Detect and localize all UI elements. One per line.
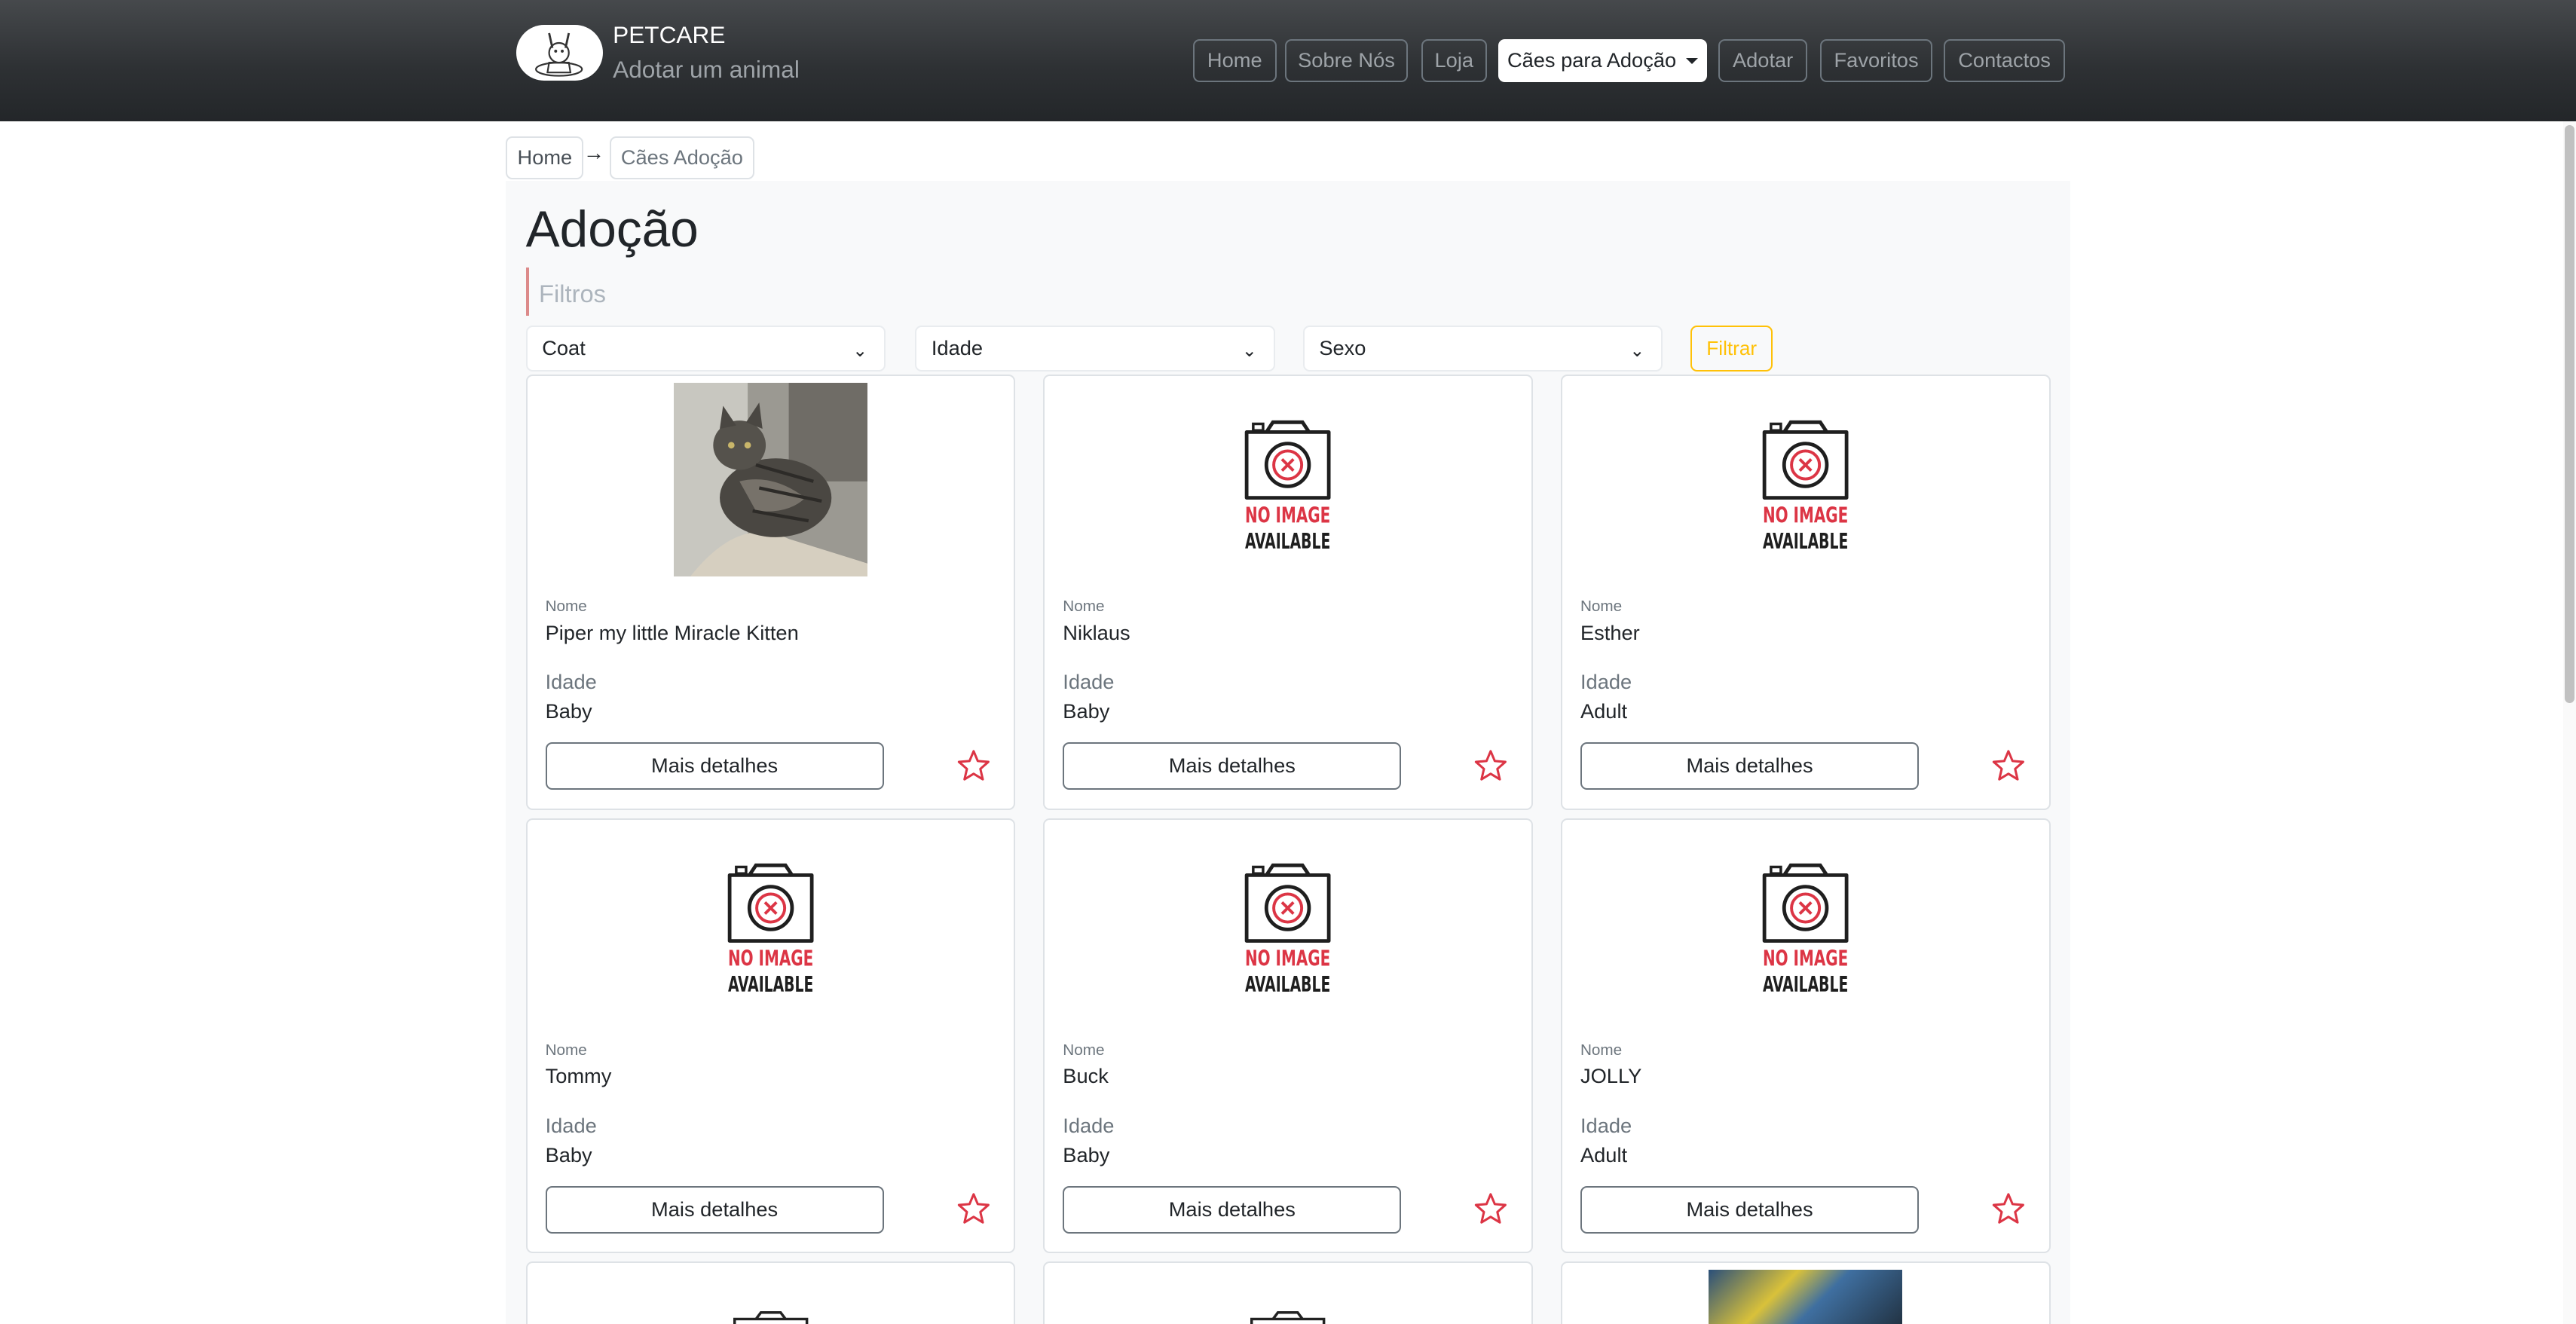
chevron-down-icon: ⌄: [852, 340, 868, 361]
no-image-icon: NO IMAGE AVAILABLE: [1191, 826, 1384, 1020]
breadcrumb-current[interactable]: Cães Adoção: [609, 136, 755, 179]
caret-down-icon: [1686, 57, 1699, 64]
star-icon[interactable]: [956, 749, 991, 782]
pet-name-label: Nome: [1063, 598, 1105, 616]
brand-subtitle: Adotar um animal: [613, 56, 800, 84]
pet-photo: [1709, 1269, 1903, 1324]
pet-card: Nome Piper my little Miracle Kitten Idad…: [525, 375, 1016, 810]
svg-text:AVAILABLE: AVAILABLE: [1763, 529, 1848, 554]
svg-text:AVAILABLE: AVAILABLE: [1245, 529, 1330, 554]
chevron-down-icon: ⌄: [1241, 340, 1257, 361]
pet-age: Adult: [1580, 1143, 1628, 1167]
coat-select-value: Coat: [542, 335, 586, 359]
svg-text:NO IMAGE: NO IMAGE: [1245, 946, 1330, 971]
star-icon[interactable]: [1991, 749, 2026, 782]
brand-logo[interactable]: [516, 24, 604, 81]
sexo-select-value: Sexo: [1319, 335, 1366, 359]
star-icon[interactable]: [1991, 1192, 2026, 1225]
star-icon[interactable]: [956, 1192, 991, 1225]
star-icon[interactable]: [1473, 749, 1508, 782]
sexo-select[interactable]: Sexo ⌄: [1302, 325, 1663, 372]
pet-card: NO IMAGE AVAILABLE Nome Niklaus Idade Ba…: [1043, 375, 1533, 810]
pet-name-label: Nome: [1063, 1041, 1105, 1059]
no-image-icon: [733, 1310, 808, 1324]
svg-text:AVAILABLE: AVAILABLE: [1763, 973, 1848, 998]
pet-name: Piper my little Miracle Kitten: [545, 620, 799, 644]
pet-age: Adult: [1580, 699, 1628, 723]
mais-detalhes-button[interactable]: Mais detalhes: [545, 742, 884, 790]
pet-age: Baby: [545, 699, 592, 723]
nav-contactos[interactable]: Contactos: [1943, 39, 2066, 82]
filters-accent-bar: [525, 268, 529, 316]
mais-detalhes-button[interactable]: Mais detalhes: [545, 1185, 884, 1234]
nav-home[interactable]: Home: [1192, 39, 1277, 82]
svg-text:NO IMAGE: NO IMAGE: [1763, 503, 1848, 527]
chevron-down-icon: ⌄: [1629, 340, 1645, 361]
breadcrumb-home[interactable]: Home: [506, 136, 584, 179]
nav-sobre-nos[interactable]: Sobre Nós: [1284, 39, 1409, 82]
no-image-icon: NO IMAGE AVAILABLE: [1709, 826, 1902, 1020]
star-icon[interactable]: [1473, 1192, 1508, 1225]
pet-name: Esther: [1580, 620, 1640, 644]
pet-age-label: Idade: [545, 1113, 597, 1137]
svg-text:NO IMAGE: NO IMAGE: [1245, 503, 1330, 527]
pet-name: JOLLY: [1580, 1064, 1642, 1088]
pet-card-partial: [1561, 1261, 2051, 1324]
idade-select-value: Idade: [931, 335, 984, 359]
no-image-icon: [1250, 1310, 1326, 1324]
mais-detalhes-button[interactable]: Mais detalhes: [1580, 1185, 1920, 1234]
svg-text:NO IMAGE: NO IMAGE: [1763, 946, 1848, 971]
pet-name: Tommy: [545, 1064, 612, 1088]
pet-card: NO IMAGE AVAILABLE Nome Esther Idade Adu…: [1561, 375, 2051, 810]
pet-name-label: Nome: [545, 598, 587, 616]
svg-text:AVAILABLE: AVAILABLE: [1245, 973, 1330, 998]
pet-card-partial: [525, 1261, 1016, 1324]
svg-text:AVAILABLE: AVAILABLE: [728, 973, 813, 998]
nav-caes-adocao-dropdown[interactable]: Cães para Adoção: [1498, 39, 1708, 82]
mais-detalhes-button[interactable]: Mais detalhes: [1580, 742, 1920, 790]
nav-favoritos[interactable]: Favoritos: [1820, 39, 1932, 82]
pet-name: Buck: [1063, 1064, 1109, 1088]
pet-age-label: Idade: [1063, 1113, 1115, 1137]
mais-detalhes-button[interactable]: Mais detalhes: [1063, 742, 1402, 790]
no-image-icon: NO IMAGE AVAILABLE: [674, 826, 867, 1020]
pet-name-label: Nome: [545, 1041, 587, 1059]
pet-age-label: Idade: [1580, 1113, 1632, 1137]
idade-select[interactable]: Idade ⌄: [915, 325, 1275, 372]
filters-label: Filtros: [539, 279, 607, 307]
pet-age: Baby: [1063, 1143, 1110, 1167]
pet-age-label: Idade: [1063, 670, 1115, 694]
pet-name-label: Nome: [1580, 598, 1623, 616]
brand-title[interactable]: PETCARE: [613, 21, 725, 49]
no-image-icon: NO IMAGE AVAILABLE: [1709, 383, 1902, 576]
pet-card-partial: [1043, 1261, 1533, 1324]
filtrar-button[interactable]: Filtrar: [1690, 325, 1773, 372]
pet-card: NO IMAGE AVAILABLE Nome JOLLY Idade Adul…: [1561, 818, 2051, 1254]
pet-age: Baby: [1063, 699, 1110, 723]
pet-age-label: Idade: [1580, 670, 1632, 694]
nav-caes-adocao-label: Cães para Adoção: [1507, 48, 1677, 72]
mais-detalhes-button[interactable]: Mais detalhes: [1063, 1185, 1402, 1234]
page-title: Adoção: [525, 200, 699, 258]
pet-card: NO IMAGE AVAILABLE Nome Buck Idade Baby …: [1043, 818, 1533, 1254]
nav-adotar[interactable]: Adotar: [1718, 39, 1807, 82]
arrow-right-icon: →: [583, 141, 605, 166]
pet-card: NO IMAGE AVAILABLE Nome Tommy Idade Baby…: [525, 818, 1016, 1254]
page-scrollbar-thumb[interactable]: [2564, 124, 2575, 704]
pet-name-label: Nome: [1580, 1041, 1623, 1059]
pet-name: Niklaus: [1063, 620, 1130, 644]
no-image-icon: NO IMAGE AVAILABLE: [1191, 383, 1384, 576]
pet-photo: [673, 382, 867, 576]
coat-select[interactable]: Coat ⌄: [525, 325, 886, 372]
pet-age-label: Idade: [545, 670, 597, 694]
svg-text:NO IMAGE: NO IMAGE: [728, 946, 813, 971]
pet-age: Baby: [545, 1143, 592, 1167]
nav-loja[interactable]: Loja: [1421, 39, 1487, 82]
